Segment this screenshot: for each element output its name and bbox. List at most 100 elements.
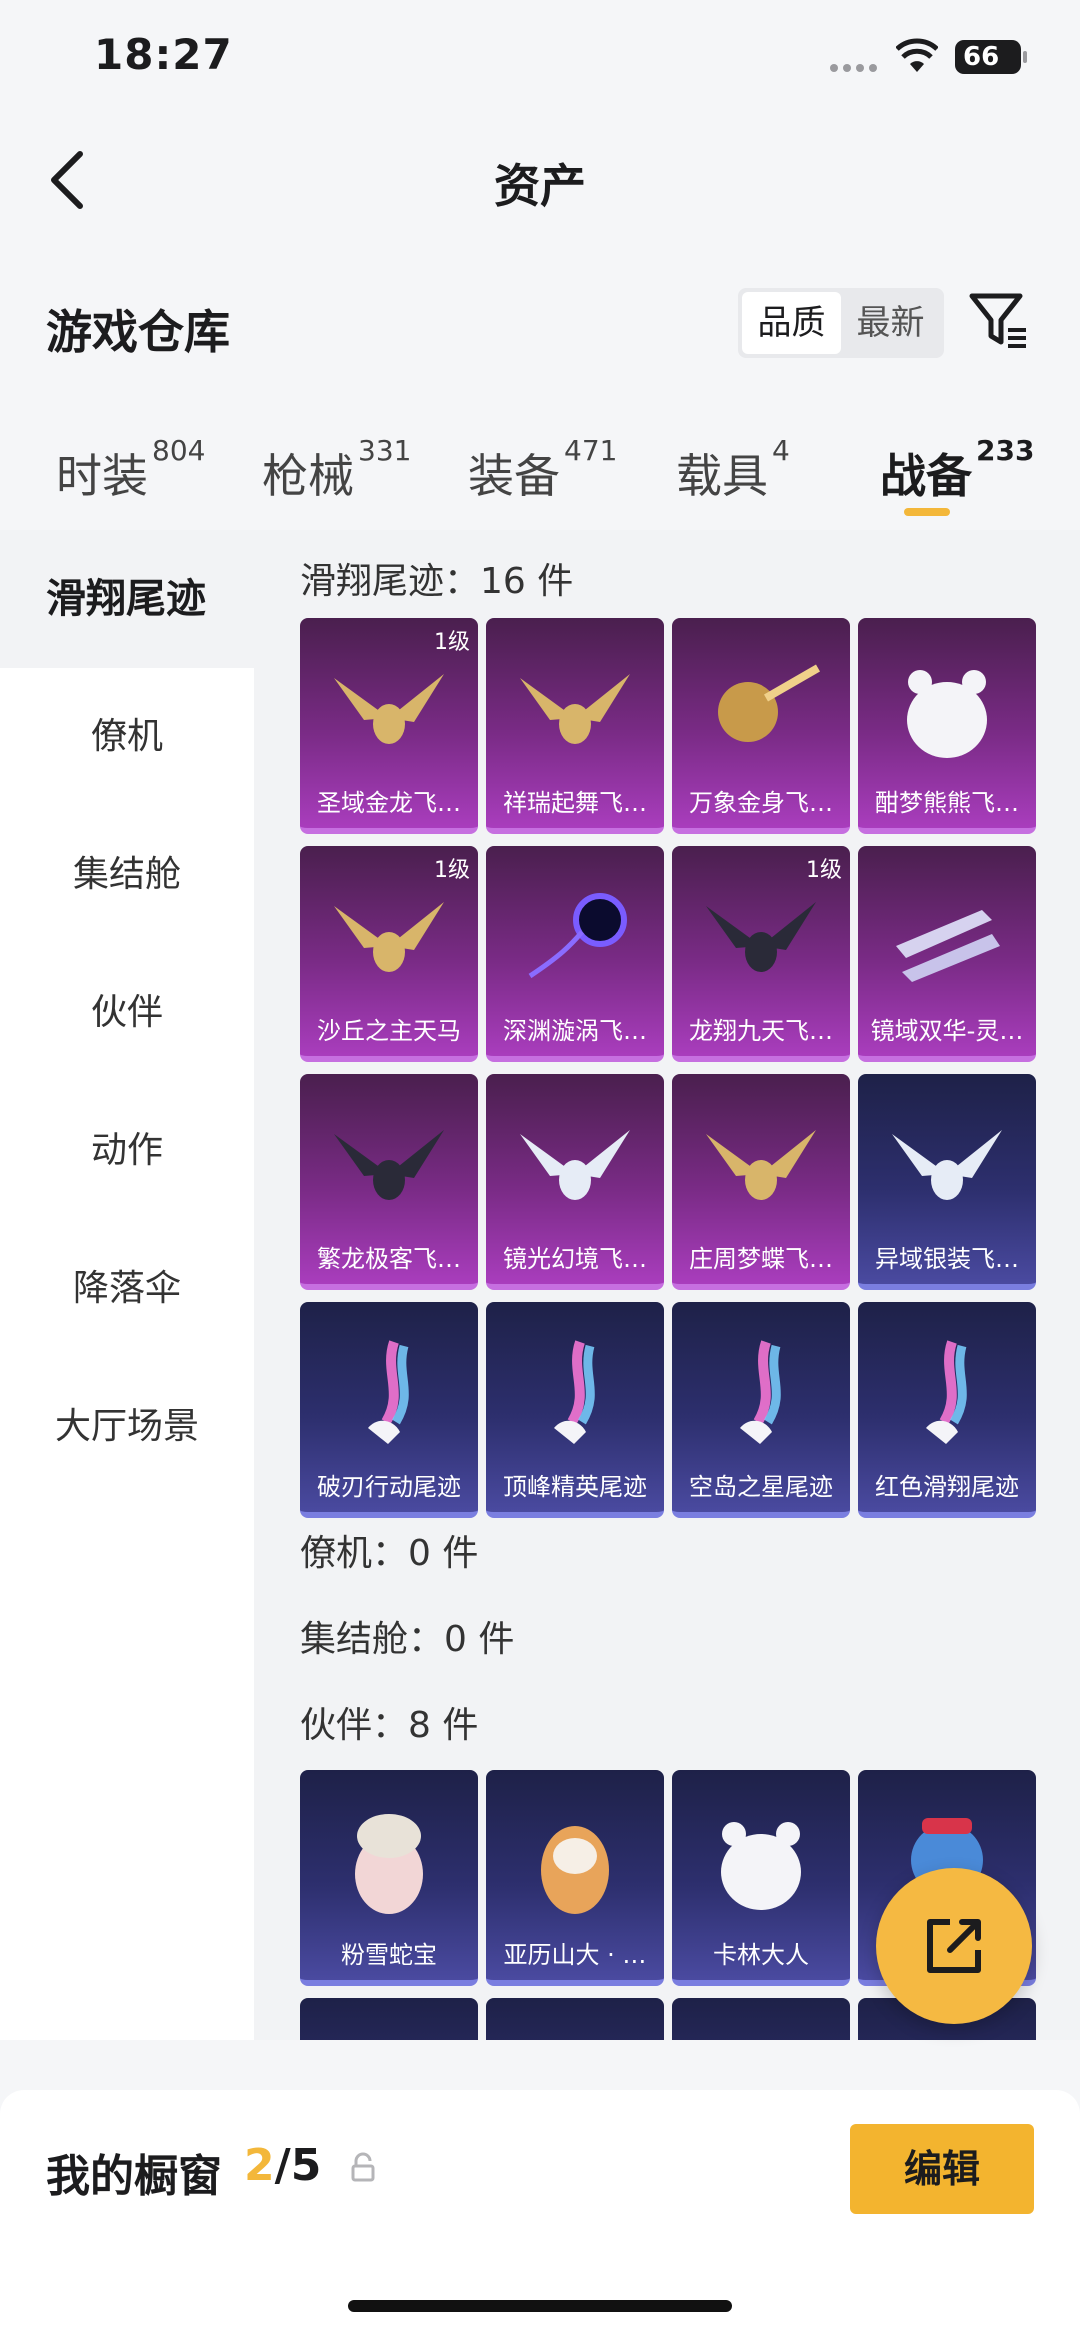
item-name: 顶峰精英尾迹: [503, 1473, 647, 1501]
item-name: 酣梦熊熊飞…: [875, 789, 1019, 817]
item-name: 沙丘之主天马: [317, 1017, 461, 1045]
item-card[interactable]: 万象金身飞…: [672, 618, 850, 834]
tab-label: 时装: [56, 449, 148, 503]
item-card[interactable]: 祥瑞起舞飞…: [486, 618, 664, 834]
sort-latest-button[interactable]: 最新: [841, 292, 940, 354]
tab-label: 战备: [880, 449, 972, 503]
item-card[interactable]: 空岛之星尾迹: [672, 1302, 850, 1518]
bear-icon: [907, 670, 987, 758]
edit-button[interactable]: 编辑: [850, 2124, 1034, 2214]
item-name: 庄周梦蝶飞…: [689, 1245, 833, 1273]
sidebar-item-partner[interactable]: 伙伴: [0, 944, 254, 1082]
item-card[interactable]: 顶峰精英尾迹: [486, 1302, 664, 1518]
dragon-icon: [334, 674, 444, 744]
sidebar-item-parachute[interactable]: 降落伞: [0, 1220, 254, 1358]
status-bar: 18:27 66: [0, 0, 1080, 120]
showcase-count: 2/5: [244, 2140, 321, 2191]
tab-combat-gear[interactable]: 战备 233: [880, 434, 1034, 506]
wifi-icon: [896, 38, 938, 72]
item-name: 异域银装飞…: [875, 1245, 1019, 1273]
lock-icon: [351, 2152, 375, 2182]
item-card[interactable]: 红色滑翔尾迹: [858, 1302, 1036, 1518]
tab-count: 233: [976, 434, 1035, 467]
item-card[interactable]: 酣梦熊熊飞…: [858, 618, 1036, 834]
item-card[interactable]: 1级龙翔九天飞…: [672, 846, 850, 1062]
tab-equipment[interactable]: 装备 471: [468, 434, 617, 506]
crystal-icon: [896, 910, 1000, 982]
tab-firearms[interactable]: 枪械 331: [262, 434, 411, 506]
butterfly-icon: [706, 1130, 816, 1200]
item-name: 镜域双华-灵…: [870, 1017, 1024, 1045]
item-name: 亚历山大 · …: [503, 1941, 647, 1969]
item-name: 万象金身飞…: [689, 789, 833, 817]
item-list: 滑翔尾迹：16 件 1级 圣域金龙飞… 祥瑞起舞飞… 万象金身飞… 酣梦熊熊飞… 1级 沙丘…: [254, 530, 1080, 2040]
item-card[interactable]: 镜域双华-灵…: [858, 846, 1036, 1062]
sort-toggle: 品质 最新: [738, 288, 944, 358]
battery-level: 66: [963, 42, 1000, 72]
item-card[interactable]: 庄周梦蝶飞…: [672, 1074, 850, 1290]
item-name: 镜光幻境飞…: [503, 1245, 647, 1273]
showcase-total: /5: [274, 2140, 322, 2191]
trail-icon: [368, 1340, 409, 1444]
cellular-signal-icon: [830, 64, 877, 72]
showcase-current: 2: [244, 2140, 275, 2191]
sidebar-item-glide-trail[interactable]: 滑翔尾迹: [0, 530, 254, 668]
item-name: 红色滑翔尾迹: [875, 1473, 1019, 1501]
item-level-badge: 1级: [806, 858, 842, 883]
item-card[interactable]: 卡林大人: [672, 1770, 850, 1986]
tab-label: 枪械: [262, 449, 354, 503]
page-title: 资产: [494, 159, 586, 213]
item-card[interactable]: [672, 1998, 850, 2040]
item-level-badge: 1级: [434, 858, 470, 883]
item-card[interactable]: [486, 1998, 664, 2040]
snake-doll-icon: [355, 1814, 423, 1914]
item-card[interactable]: 粉雪蛇宝: [300, 1770, 478, 1986]
active-tab-indicator: [904, 508, 950, 516]
status-time: 18:27: [94, 30, 233, 79]
trail-icon: [740, 1340, 781, 1444]
sidebar-item-wingman[interactable]: 僚机: [0, 668, 254, 806]
warehouse-title: 游戏仓库: [46, 305, 230, 359]
tab-count: 4: [772, 434, 790, 467]
tab-count: 804: [152, 434, 206, 467]
pegasus-icon: [334, 902, 444, 972]
sidebar-item-lobby-scene[interactable]: 大厅场景: [0, 1358, 254, 1496]
tab-label: 载具: [676, 449, 768, 503]
item-card[interactable]: 亚历山大 · …: [486, 1770, 664, 1986]
golden-comet-icon: [718, 664, 820, 742]
item-name: 圣域金龙飞…: [317, 789, 461, 817]
sidebar-item-assembly-pod[interactable]: 集结舱: [0, 806, 254, 944]
cat-icon: [721, 1822, 801, 1910]
item-card[interactable]: 深渊漩涡飞…: [486, 846, 664, 1062]
item-card[interactable]: [300, 1998, 478, 2040]
star-wings-icon: [520, 674, 630, 744]
item-card[interactable]: 繁龙极客飞…: [300, 1074, 478, 1290]
silver-wing-icon: [892, 1130, 1002, 1200]
item-card[interactable]: 破刃行动尾迹: [300, 1302, 478, 1518]
sort-quality-button[interactable]: 品质: [742, 292, 841, 354]
item-card[interactable]: 1级 圣域金龙飞…: [300, 618, 478, 834]
item-card[interactable]: 1级沙丘之主天马: [300, 846, 478, 1062]
tab-fashion[interactable]: 时装 804: [56, 434, 205, 506]
share-button[interactable]: [876, 1868, 1032, 2024]
filter-icon[interactable]: [968, 290, 1028, 352]
group-label-glide-trail: 滑翔尾迹：16 件: [300, 561, 574, 602]
black-dragon-icon: [706, 902, 816, 972]
item-name: 深渊漩涡飞…: [503, 1017, 647, 1045]
tab-label: 装备: [468, 449, 560, 503]
item-card[interactable]: 异域银装飞…: [858, 1074, 1036, 1290]
item-name: 龙翔九天飞…: [689, 1017, 833, 1045]
share-external-icon: [927, 1919, 981, 1973]
item-name: 卡林大人: [713, 1941, 809, 1969]
item-card[interactable]: 镜光幻境飞…: [486, 1074, 664, 1290]
trail-icon: [554, 1340, 595, 1444]
trail-icon: [926, 1340, 967, 1444]
tab-count: 331: [358, 434, 412, 467]
item-name: 繁龙极客飞…: [317, 1245, 461, 1273]
item-name: 祥瑞起舞飞…: [503, 789, 647, 817]
home-indicator: [348, 2300, 732, 2312]
dark-wing-icon: [334, 1130, 444, 1200]
sidebar-item-emote[interactable]: 动作: [0, 1082, 254, 1220]
tab-vehicles[interactable]: 载具 4: [676, 434, 790, 506]
battery-icon: 66: [955, 40, 1027, 74]
